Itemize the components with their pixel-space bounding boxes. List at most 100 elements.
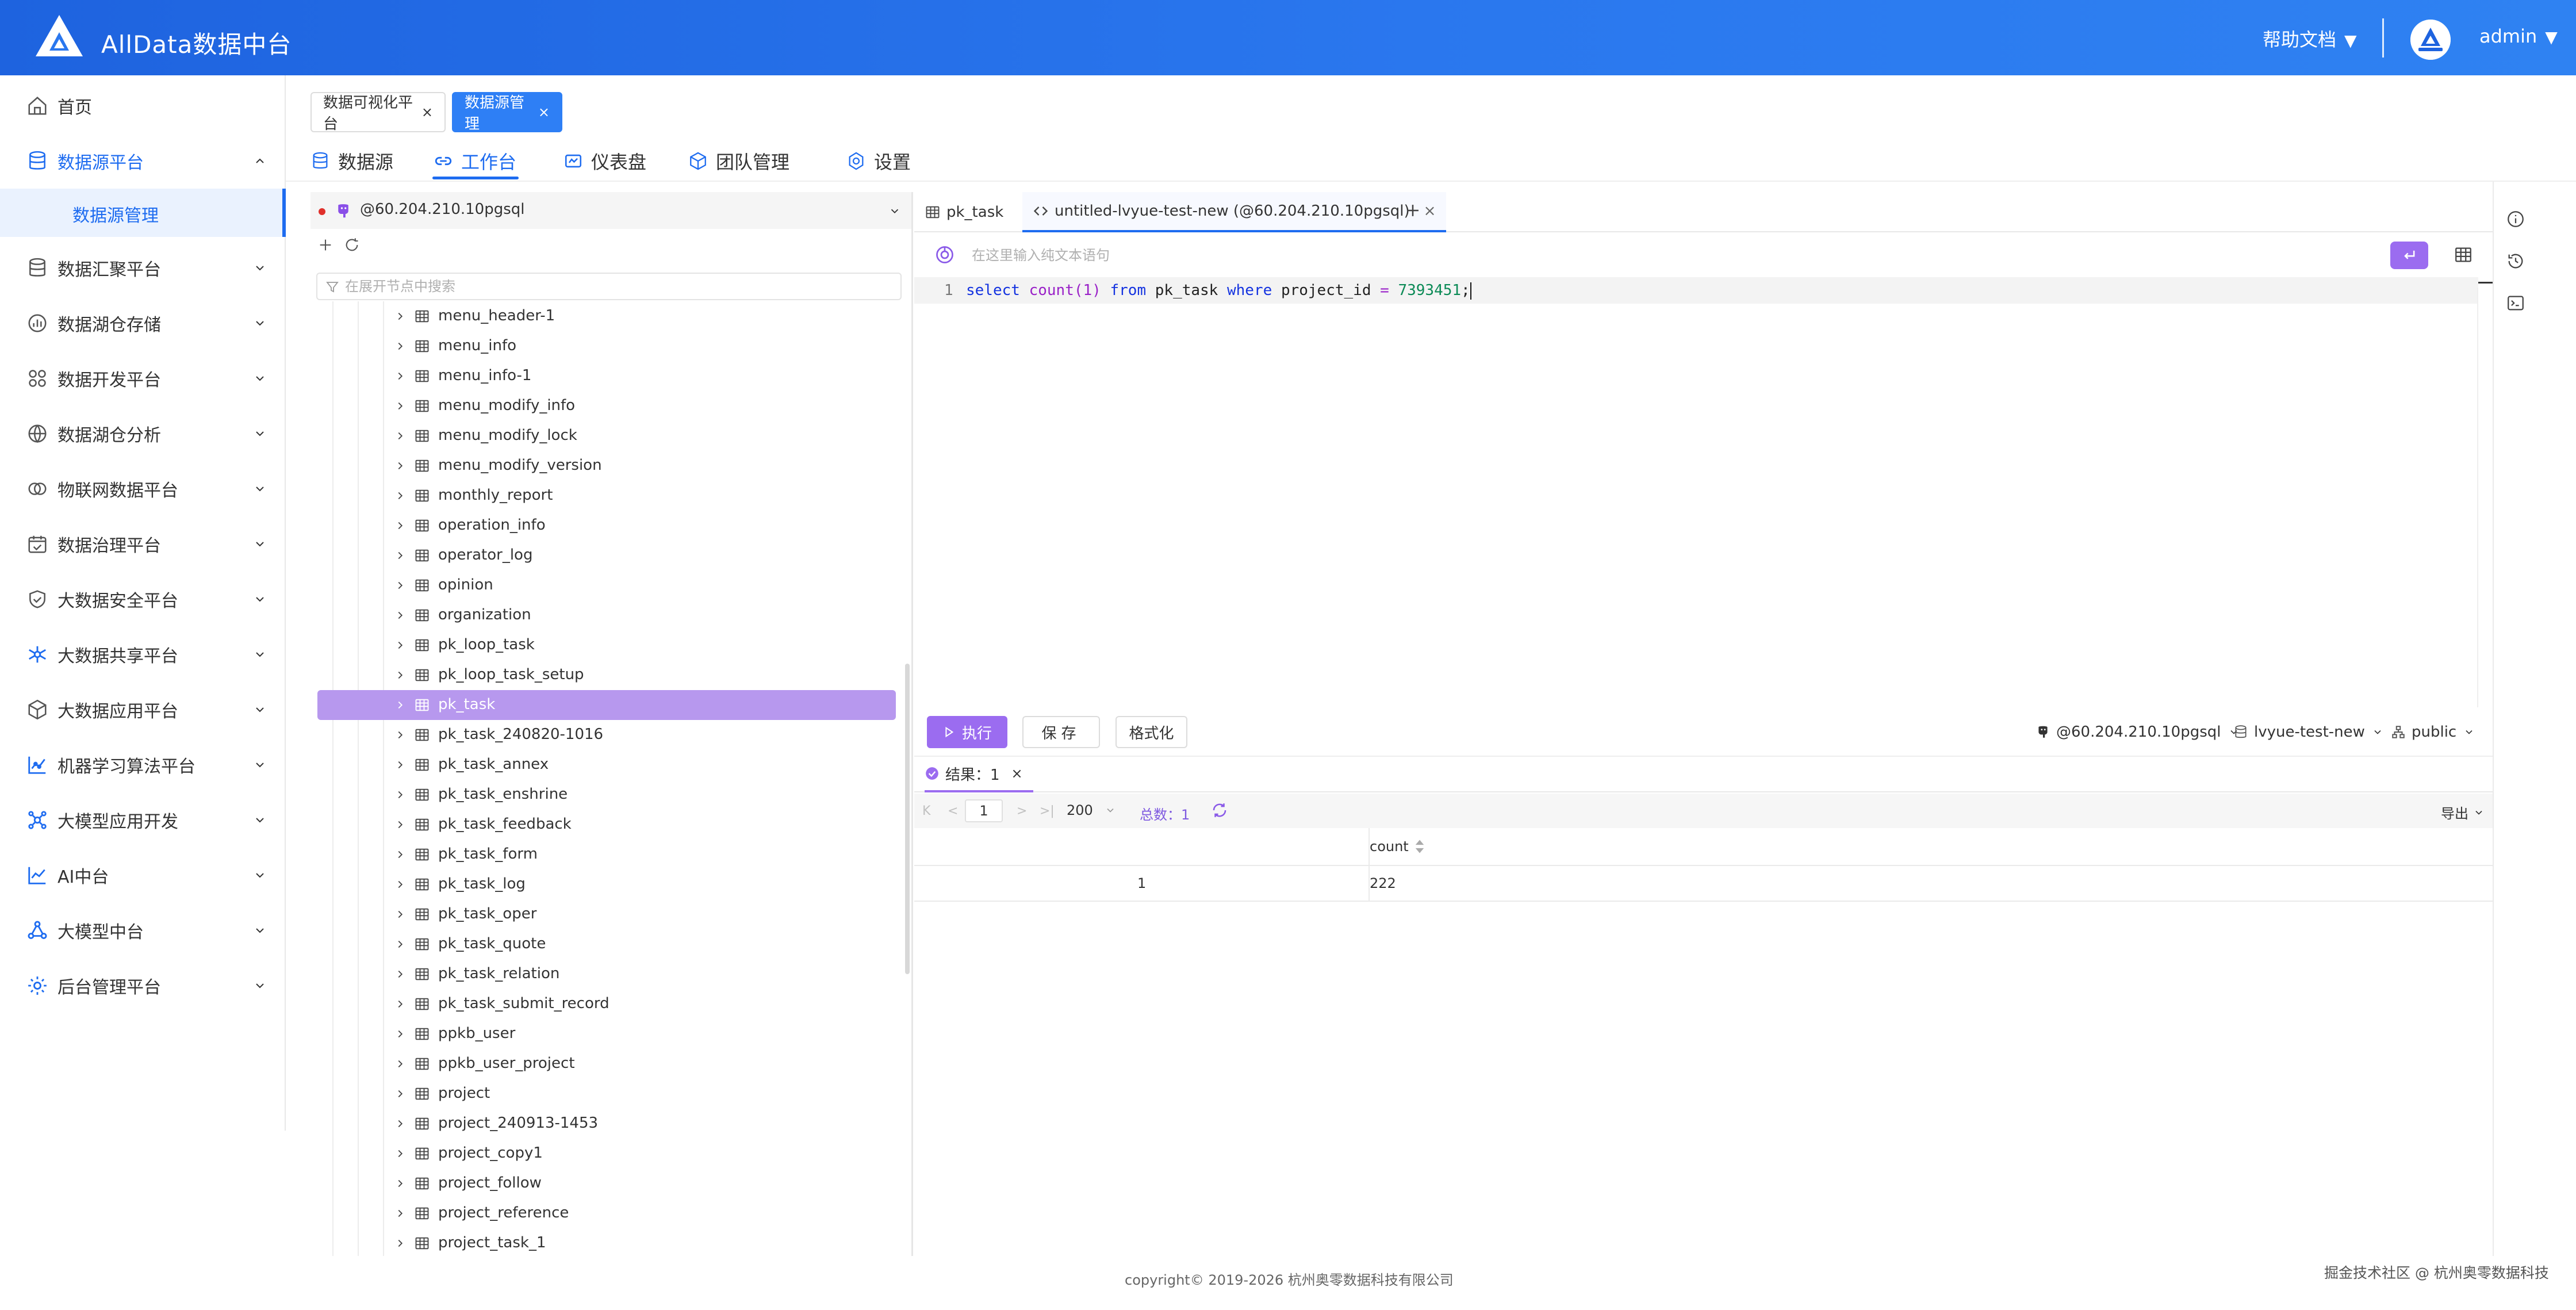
sidebar-item-governance[interactable]: 数据治理平台 <box>0 516 286 572</box>
connection-selector[interactable]: @60.204.210.10pgsql <box>310 192 911 229</box>
add-tab-icon[interactable] <box>1403 201 1423 220</box>
tree-item[interactable]: project <box>317 1079 896 1109</box>
tab-settings[interactable]: 设置 <box>846 144 911 178</box>
tree-item[interactable]: ppkb_user_project <box>317 1049 896 1079</box>
page-number-input[interactable]: 1 <box>965 799 1003 822</box>
chevron-right-icon[interactable] <box>394 489 407 502</box>
tree-item[interactable]: ppkb_user <box>317 1019 896 1049</box>
user-avatar[interactable] <box>2410 20 2451 60</box>
chevron-right-icon[interactable] <box>394 1207 407 1220</box>
send-button[interactable] <box>2390 242 2428 269</box>
chevron-right-icon[interactable] <box>394 998 407 1010</box>
add-icon[interactable] <box>317 237 334 253</box>
tree-item[interactable]: project_240913-1453 <box>317 1109 896 1139</box>
chevron-right-icon[interactable] <box>394 938 407 951</box>
sidebar-item-data-convergence[interactable]: 数据汇聚平台 <box>0 240 286 296</box>
sidebar-item-ml[interactable]: 机器学习算法平台 <box>0 737 286 792</box>
last-page-button[interactable]: >| <box>1040 804 1055 818</box>
database-select[interactable]: lvyue-test-new <box>2233 722 2383 742</box>
chevron-right-icon[interactable] <box>394 968 407 980</box>
chevron-right-icon[interactable] <box>394 759 407 771</box>
chevron-right-icon[interactable] <box>394 1028 407 1040</box>
chevron-right-icon[interactable] <box>394 400 407 412</box>
sidebar-item-lakehouse-storage[interactable]: 数据湖仓存储 <box>0 296 286 351</box>
tab-team-manage[interactable]: 团队管理 <box>688 144 789 178</box>
column-header-count[interactable]: count <box>1370 838 1425 855</box>
close-icon[interactable]: × <box>421 104 433 120</box>
close-icon[interactable]: × <box>1011 765 1023 782</box>
chevron-right-icon[interactable] <box>394 639 407 652</box>
sidebar-item-datasource[interactable]: 数据源平台 <box>0 133 286 189</box>
tree-search-input[interactable] <box>345 277 891 296</box>
chevron-right-icon[interactable] <box>394 908 407 921</box>
tree-item[interactable]: project_reference <box>317 1198 896 1228</box>
tree-item[interactable]: operator_log <box>317 541 896 570</box>
tree-item[interactable]: project_copy1 <box>317 1139 896 1169</box>
alldata-logo[interactable] <box>33 13 85 59</box>
tree-item[interactable]: menu_header-1 <box>317 301 896 331</box>
chevron-right-icon[interactable] <box>394 1058 407 1070</box>
chevron-right-icon[interactable] <box>394 430 407 442</box>
chevron-right-icon[interactable] <box>394 459 407 472</box>
sidebar-item-admin[interactable]: 后台管理平台 <box>0 958 286 1013</box>
close-icon[interactable]: × <box>1424 202 1436 220</box>
tree-item[interactable]: pk_task_submit_record <box>317 989 896 1019</box>
sidebar-item-security[interactable]: 大数据安全平台 <box>0 572 286 627</box>
tree-item[interactable]: menu_modify_info <box>317 391 896 421</box>
tree-item[interactable]: menu_info <box>317 331 896 361</box>
chevron-right-icon[interactable] <box>394 818 407 831</box>
table-view-icon[interactable] <box>2454 245 2473 265</box>
tree-item[interactable]: pk_loop_task_setup <box>317 660 896 690</box>
tree-item[interactable]: pk_task_relation <box>317 959 896 989</box>
sql-editor[interactable]: 1 select count(1) from pk_task where pro… <box>914 277 2478 304</box>
sidebar-subitem-datasource-manage[interactable]: 数据源管理 <box>0 189 286 237</box>
tree-item[interactable]: monthly_report <box>317 481 896 511</box>
user-menu[interactable]: admin ▼ <box>2479 25 2558 47</box>
tree-item[interactable]: pk_task_quote <box>317 929 896 959</box>
chevron-right-icon[interactable] <box>394 1087 407 1100</box>
tree-item[interactable]: project_task_1 <box>317 1228 896 1256</box>
chevron-right-icon[interactable] <box>394 788 407 801</box>
tree-item[interactable]: organization <box>317 600 896 630</box>
tree-item[interactable]: menu_info-1 <box>317 361 896 391</box>
chevron-right-icon[interactable] <box>394 609 407 622</box>
sidebar-item-sharing[interactable]: 大数据共享平台 <box>0 627 286 682</box>
tab-workbench[interactable]: 工作台 <box>434 144 516 178</box>
sidebar-item-application[interactable]: 大数据应用平台 <box>0 682 286 737</box>
editor-tab-pk-task[interactable]: pk_task <box>925 192 1003 232</box>
tree-item[interactable]: menu_modify_version <box>317 451 896 481</box>
tree-item[interactable]: pk_loop_task <box>317 630 896 660</box>
page-size-select[interactable]: 200 <box>1067 802 1116 818</box>
refresh-icon[interactable] <box>344 237 360 253</box>
info-icon[interactable] <box>2506 209 2525 229</box>
chevron-right-icon[interactable] <box>394 310 407 323</box>
close-icon[interactable]: × <box>538 104 550 120</box>
history-icon[interactable] <box>2506 251 2525 271</box>
prev-page-button[interactable]: < <box>948 804 958 818</box>
tree-item[interactable]: pk_task <box>317 690 896 720</box>
help-docs-menu[interactable]: 帮助文档 ▼ <box>2263 25 2357 52</box>
editor-tab-untitled[interactable]: untitled-lvyue-test-new (@60.204.210.10p… <box>1022 192 1447 232</box>
result-tab[interactable]: 结果：1 × <box>925 757 1033 792</box>
terminal-icon[interactable] <box>2506 293 2525 313</box>
format-button[interactable]: 格式化 <box>1116 716 1187 748</box>
chevron-right-icon[interactable] <box>394 729 407 741</box>
sort-icon[interactable] <box>1414 839 1425 854</box>
tab-dashboard[interactable]: 仪表盘 <box>564 144 646 178</box>
chevron-right-icon[interactable] <box>394 340 407 353</box>
save-button[interactable]: 保存 <box>1022 716 1100 748</box>
tree-item[interactable]: project_follow <box>317 1169 896 1198</box>
tree-item[interactable]: pk_task_log <box>317 869 896 899</box>
tree-item[interactable]: operation_info <box>317 511 896 541</box>
tag-datasource-manage[interactable]: 数据源管理 × <box>452 92 562 133</box>
next-page-button[interactable]: > <box>1017 804 1027 818</box>
chevron-right-icon[interactable] <box>394 878 407 891</box>
tag-data-visualization[interactable]: 数据可视化平台 × <box>310 92 446 133</box>
chevron-right-icon[interactable] <box>394 579 407 592</box>
sidebar-item-llm-app-dev[interactable]: 大模型应用开发 <box>0 792 286 848</box>
tree-item[interactable]: pk_task_annex <box>317 750 896 780</box>
refresh-icon[interactable] <box>1211 802 1228 819</box>
tree-item[interactable]: pk_task_feedback <box>317 810 896 840</box>
first-page-button[interactable]: K <box>922 804 930 818</box>
chevron-right-icon[interactable] <box>394 1237 407 1250</box>
